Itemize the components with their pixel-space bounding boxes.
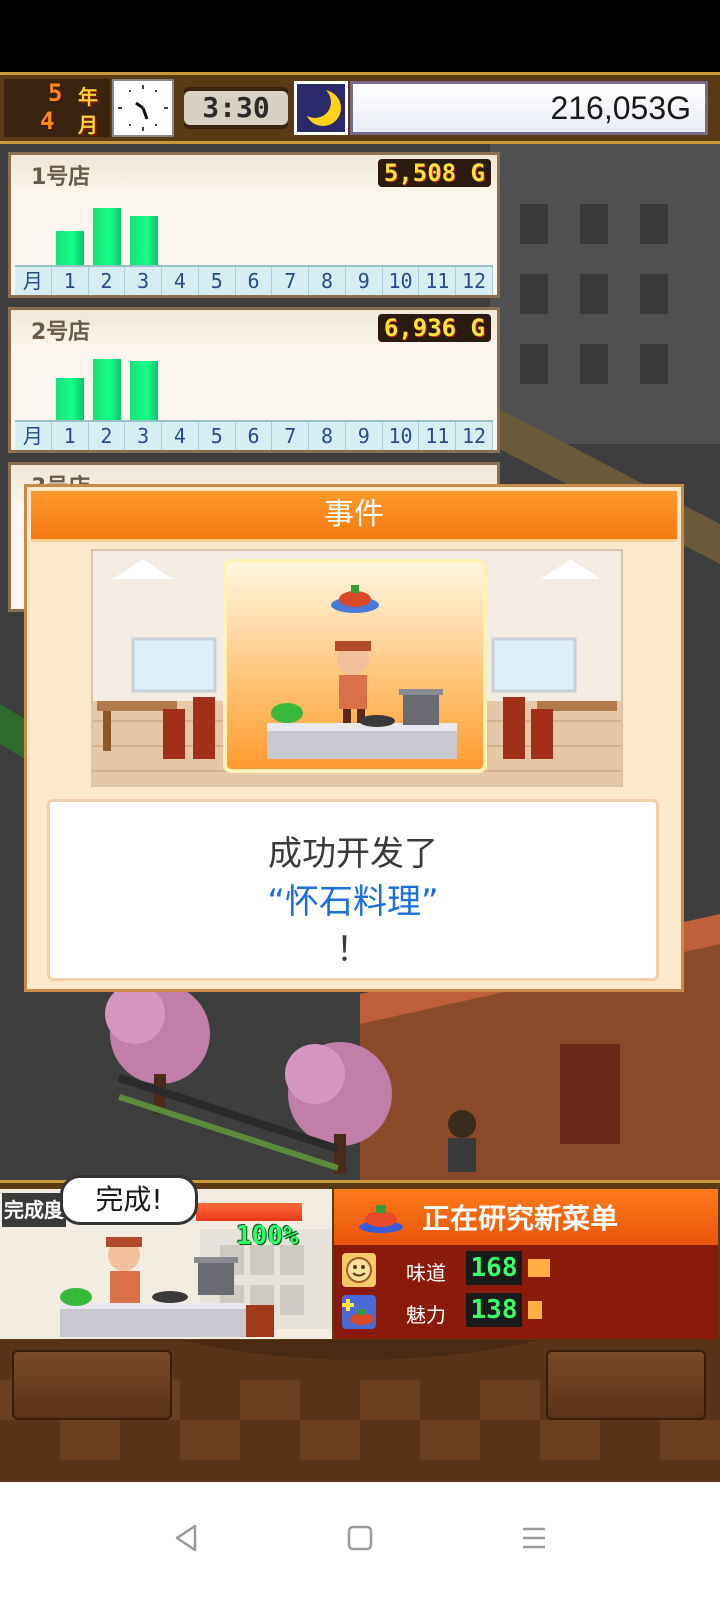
time-text: 3:30 [184,91,288,125]
right-menu-button[interactable] [546,1350,706,1420]
store-panel-2[interactable]: 2号店 6,936 G 月 1 2 3 4 5 6 7 8 9 10 11 12 [8,307,500,453]
top-status-bar: 5 年 4 月 3:30 216,053G [0,72,720,144]
month-label: 10 [383,267,420,295]
taste-icon [342,1253,376,1287]
month-label: 1 [52,422,89,450]
month-number: 4 [40,107,55,135]
back-icon[interactable] [166,1518,206,1558]
month-label: 2 [89,267,126,295]
bottom-toolbar [0,1340,720,1482]
month-label: 8 [309,422,346,450]
speech-bubble: 完成! [60,1175,198,1225]
new-menu-research: 正在研究新菜单 味道 168 魅力 138 [334,1189,718,1339]
stat-label: 味道 [406,1261,446,1285]
month-label: 9 [346,267,383,295]
month-bar [93,359,121,422]
date-display: 5 年 4 月 [4,79,110,137]
event-message: 成功开发了 “怀石料理” ！ [47,799,659,981]
month-label: 3 [125,267,163,295]
store-name: 1号店 [31,165,91,190]
event-scene-image [91,549,623,787]
store-revenue: 5,508 G [377,159,491,187]
month-label: 7 [272,267,310,295]
stat-label: 魅力 [406,1303,446,1327]
month-label: 7 [272,422,310,450]
menu-icon[interactable] [514,1518,554,1558]
money-amount: 216,053G [550,90,691,126]
month-bar [130,216,158,267]
research-panel: 完成度 100% 完成! 正在研究新菜单 味道 168 魅力 138 [0,1175,720,1340]
store-revenue: 6,936 G [377,314,491,342]
store-header: 1号店 5,508 G [11,155,497,191]
stat-taste: 味道 168 [342,1251,712,1289]
month-label: 11 [419,267,457,295]
time-display: 3:30 [184,87,288,129]
event-title: 事件 [31,491,677,542]
month-unit: 月 [78,113,98,137]
month-label: 6 [236,422,273,450]
month-label: 1 [52,267,89,295]
month-bar [56,231,84,267]
month-label: 4 [162,422,199,450]
month-label: 5 [199,422,236,450]
stat-value: 138 [466,1293,522,1327]
stat-value: 168 [466,1251,522,1285]
progress-percent: 100% [236,1221,299,1251]
year-unit: 年 [78,85,98,109]
month-axis: 月 1 2 3 4 5 6 7 8 9 10 11 12 [15,265,493,295]
chef-cooking-scene [223,559,487,773]
message-line: 成功开发了 [268,834,438,874]
stat-bar [528,1301,542,1319]
store-panel-1[interactable]: 1号店 5,508 G 月 1 2 3 4 5 6 7 8 9 10 11 12 [8,152,500,298]
month-label: 月 [15,267,52,295]
money-display: 216,053G [350,81,708,135]
month-axis: 月 1 2 3 4 5 6 7 8 9 10 11 12 [15,420,493,450]
progress-fill [196,1203,302,1221]
month-label: 9 [346,422,383,450]
research-header: 正在研究新菜单 [334,1189,718,1245]
left-menu-button[interactable] [12,1350,172,1420]
dish-name: “怀石料理” [267,882,439,922]
completion-tag: 完成度 [2,1193,66,1227]
year-number: 5 [48,79,63,107]
month-bar [130,361,158,422]
month-label: 5 [199,267,236,295]
month-label: 3 [125,422,163,450]
charm-icon [342,1295,376,1329]
system-nav-bar [0,1482,720,1600]
moon-icon [294,81,348,135]
month-label: 11 [419,422,457,450]
progress-bar [196,1203,302,1221]
home-icon[interactable] [340,1518,380,1558]
dish-icon [356,1199,406,1239]
month-label: 6 [236,267,273,295]
month-label: 12 [456,422,493,450]
month-label: 2 [89,422,126,450]
message-line: ！ [336,930,370,970]
month-label: 8 [309,267,346,295]
month-bar [93,208,121,267]
month-label: 4 [162,267,199,295]
stat-charm: 魅力 138 [342,1293,712,1331]
store-header: 2号店 6,936 G [11,310,497,346]
event-dialog[interactable]: 事件 成功开发了 “怀石料理” ！ [24,484,684,992]
store-name: 2号店 [31,320,91,345]
research-title: 正在研究新菜单 [422,1202,619,1235]
month-label: 10 [383,422,420,450]
stat-bar [528,1259,550,1277]
clock-icon [112,79,174,137]
month-label: 12 [456,267,493,295]
month-label: 月 [15,422,52,450]
month-bar [56,378,84,422]
research-progress-area: 完成度 100% 完成! [0,1175,332,1339]
